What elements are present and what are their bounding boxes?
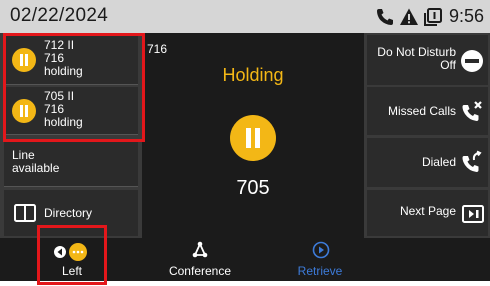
phone-icon [376,8,393,25]
book-icon [14,204,36,222]
next-page-label: Next Page [399,204,456,218]
dnd-icon [461,50,483,72]
hold-icon [230,115,276,161]
line-available-status: available [12,161,60,175]
missed-calls-label: Missed Calls [387,104,456,118]
call-remote-number: 705 [236,177,270,199]
dialed-call-icon [462,150,482,172]
status-icons: 9:56 [375,6,484,27]
directory-label: Directory [44,206,93,220]
line-available-text: Line available [12,149,59,175]
status-time: 9:56 [448,6,484,26]
missed-calls-button[interactable]: Missed Calls [367,87,488,135]
next-page-button[interactable]: Next Page [367,190,488,236]
status-bar: 02/22/2024 9:56 [0,0,490,33]
line-key-available[interactable]: Line available [4,139,138,187]
softkey-retrieve-label: Retrieve [297,264,343,278]
retrieve-icon [312,241,330,259]
copy-icon [423,7,442,26]
warning-icon [399,8,418,25]
dnd-label: Do Not Disturb Off [377,46,456,72]
softkey-conference-label: Conference [168,264,232,278]
dialed-label: Dialed [421,155,456,169]
next-page-icon [462,205,484,223]
do-not-disturb-button[interactable]: Do Not Disturb Off [367,35,488,85]
softkey-conference[interactable]: Conference [150,238,250,281]
missed-call-icon [462,101,482,121]
dialed-calls-button[interactable]: Dialed [367,138,488,187]
call-status: Holding [222,65,284,85]
call-line-number: 716 [147,42,168,56]
conference-icon [192,241,208,258]
phone-screen: 02/22/2024 9:56 712 II 716 holding 705 I… [0,0,490,286]
call-panel: 716 Holding 705 [142,33,364,238]
softkey-retrieve[interactable]: Retrieve [270,238,370,281]
highlight-box-line-keys [3,33,145,142]
function-keys-column: Do Not Disturb Off Missed Calls Dialed N… [364,33,490,238]
highlight-box-left-softkey [37,225,107,285]
dnd-label-line2: Off [440,58,456,72]
status-date: 02/22/2024 [10,5,109,26]
